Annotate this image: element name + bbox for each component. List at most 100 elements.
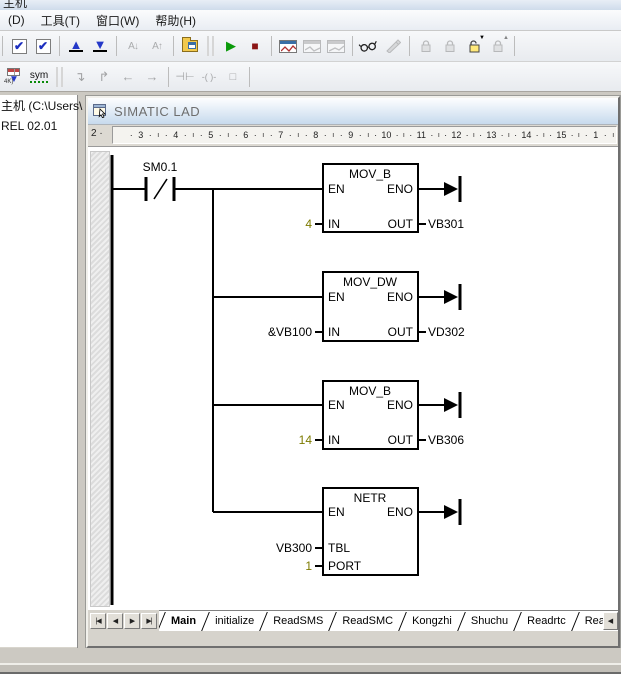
menu-item-debug[interactable]: (D) [0, 11, 33, 29]
svg-text:ENO: ENO [387, 505, 413, 519]
status-bar-strip [0, 665, 621, 674]
tab-main[interactable]: Main [164, 611, 203, 631]
tab-next-button[interactable]: ▶ [124, 613, 140, 629]
line-left-icon: ← [116, 65, 140, 88]
options-window-icon[interactable] [178, 35, 202, 58]
tab-scroll-left-button[interactable]: ◀ [603, 612, 618, 630]
menu-item-tools[interactable]: 工具(T) [33, 10, 88, 31]
unlock-yellow-icon[interactable]: ▼ [462, 35, 486, 58]
toolbar-separator [173, 36, 174, 56]
lock-up-icon: ▲ [486, 35, 510, 58]
toolbar-grip [56, 67, 63, 87]
ruler-segment: ·12·ı [442, 127, 477, 143]
program-status-icon[interactable] [276, 35, 300, 58]
ruler-origin: 2 · [88, 125, 112, 146]
toolbar-main: ✔ ✔ ▲ ▼ A↓ A↑ ▶ ■ [0, 31, 621, 62]
menu-item-window[interactable]: 窗口(W) [88, 10, 147, 31]
coil-icon: -( )- [197, 65, 221, 88]
tab-shuchu[interactable]: Shuchu [464, 611, 515, 631]
symbolic-addressing-icon[interactable]: sym [27, 65, 51, 88]
svg-text:ENO: ENO [387, 290, 413, 304]
tab-readsms[interactable]: ReadSMS [266, 611, 330, 631]
toolbar-separator [409, 36, 410, 56]
line-up-icon: ↱ [92, 65, 116, 88]
pou-tabs: Main initialize ReadSMS ReadSMC Kongzhi … [159, 610, 618, 631]
svg-text:NETR: NETR [354, 491, 387, 505]
toolbar-separator [2, 36, 3, 56]
project-root-node[interactable]: 主机 (C:\Users\ [1, 97, 82, 114]
box-icon: □ [221, 65, 245, 88]
ruler-segment: ·14·ı [512, 127, 547, 143]
svg-text:14: 14 [299, 433, 313, 447]
toolbar-separator [352, 36, 353, 56]
contact-icon: ⊣⊢ [173, 65, 197, 88]
window-titlebar: 主机 [0, 0, 621, 10]
svg-text:EN: EN [328, 290, 345, 304]
tab-initialize[interactable]: initialize [208, 611, 261, 631]
toolbar-separator [271, 36, 272, 56]
svg-text:EN: EN [328, 398, 345, 412]
instruction-block-mov-dw[interactable]: MOV_DW EN ENO &VB100 IN OUT VD302 [268, 272, 465, 341]
tab-prev-button[interactable]: ◀ [107, 613, 123, 629]
ruler-segment: ·11·ı [407, 127, 442, 143]
bottom-frame [0, 648, 621, 663]
pause-status-pen-icon [381, 35, 405, 58]
upload-icon[interactable]: ▲ [64, 35, 88, 58]
nc-slash [154, 179, 167, 199]
ruler-segment: ·5·ı [197, 127, 232, 143]
ruler-strip: ·3·ı·4·ı·5·ı·6·ı·7·ı·8·ı·9·ı·10·ı·11·ı·1… [112, 126, 617, 144]
instruction-block-netr[interactable]: NETR EN ENO VB300 TBL 1 PORT [276, 488, 460, 575]
svg-text:ENO: ENO [387, 398, 413, 412]
toolbar-grip [207, 36, 214, 56]
cpu-node[interactable]: REL 02.01 [1, 119, 57, 133]
lad-canvas[interactable]: SM0.1 MOV_B EN ENO 4 IN OUT VB301 [88, 146, 618, 610]
project-tree-panel[interactable]: 主机 (C:\Users\ REL 02.01 ▶ [0, 95, 78, 663]
ruler-segment: ·1·ı [582, 127, 617, 143]
run-icon[interactable]: ▶ [219, 35, 243, 58]
lad-window-titlebar[interactable]: SIMATIC LAD [88, 98, 618, 125]
status-monitor-glasses-icon[interactable] [357, 35, 381, 58]
tab-first-button[interactable]: |◀ [90, 613, 106, 629]
tab-last-button[interactable]: ▶| [141, 613, 157, 629]
svg-text:EN: EN [328, 182, 345, 196]
chart-status-icon [300, 35, 324, 58]
line-down-icon: ↴ [68, 65, 92, 88]
svg-text:&VB100: &VB100 [268, 325, 312, 339]
compile-all-icon[interactable]: ✔ [31, 35, 55, 58]
download-icon[interactable]: ▼ [88, 35, 112, 58]
ruler-segment: ·7·ı [267, 127, 302, 143]
toolbar-separator [249, 67, 250, 87]
svg-text:PORT: PORT [328, 559, 362, 573]
lock-alt-icon [438, 35, 462, 58]
svg-text:OUT: OUT [388, 217, 414, 231]
svg-text:VB306: VB306 [428, 433, 464, 447]
stop-icon[interactable]: ■ [243, 35, 267, 58]
svg-text:OUT: OUT [388, 433, 414, 447]
svg-text:OUT: OUT [388, 325, 414, 339]
svg-text:IN: IN [328, 217, 340, 231]
toolbar-separator [168, 67, 169, 87]
tab-kongzhi[interactable]: Kongzhi [405, 611, 459, 631]
address-table-icon[interactable]: ▼ 4K) [3, 65, 27, 88]
contact-sm01[interactable]: SM0.1 [143, 160, 178, 201]
sort-ascending-icon: A↑ [145, 35, 169, 58]
instruction-block-mov-b-2[interactable]: MOV_B EN ENO 14 IN OUT VB306 [299, 381, 465, 449]
svg-text:4: 4 [305, 217, 312, 231]
tab-nav-buttons: |◀ ◀ ▶ ▶| [88, 610, 159, 631]
toolbar-separator [59, 36, 60, 56]
ruler-segment: ·10·ı [372, 127, 407, 143]
lad-window-icon [93, 104, 108, 118]
tab-readrtc[interactable]: Readrtc [520, 611, 573, 631]
tab-readsmc[interactable]: ReadSMC [335, 611, 400, 631]
svg-text:VD302: VD302 [428, 325, 465, 339]
ladder-network: SM0.1 MOV_B EN ENO 4 IN OUT VB301 [88, 147, 618, 610]
svg-text:VB300: VB300 [276, 541, 312, 555]
svg-text:SM0.1: SM0.1 [143, 160, 178, 174]
menu-item-help[interactable]: 帮助(H) [147, 10, 204, 31]
rung-arrow [444, 290, 458, 304]
trend-view-icon [324, 35, 348, 58]
ruler-segment: ·13·ı [477, 127, 512, 143]
instruction-block-mov-b-1[interactable]: MOV_B EN ENO 4 IN OUT VB301 [305, 164, 464, 232]
toolbar-separator [514, 36, 515, 56]
compile-icon[interactable]: ✔ [7, 35, 31, 58]
